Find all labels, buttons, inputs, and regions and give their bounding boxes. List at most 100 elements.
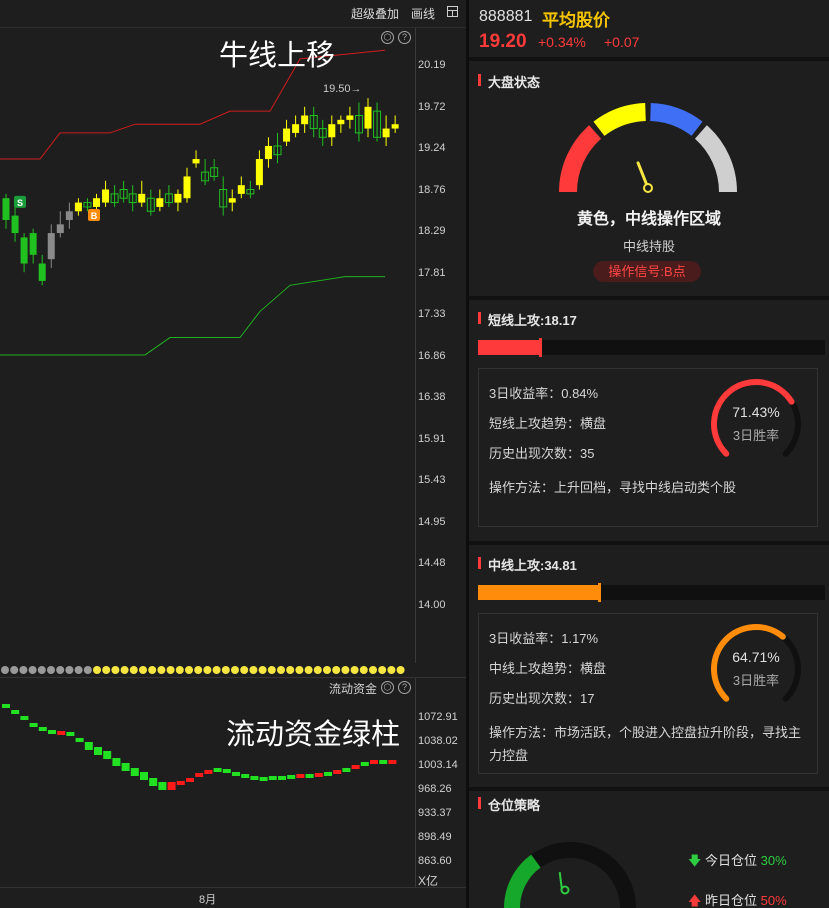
signal-dot [332,666,341,674]
fund-flow-bar [370,760,378,764]
main-chart-title: 牛线上移 [219,40,336,72]
mid-method-text: 操作方法：市场活跃，个股进入控盘拉升阶段，寻找主力控盘 [489,725,802,763]
fund-flow-bar [84,742,93,750]
price-tick-label: 14.95 [418,515,446,528]
settings-hex-icon[interactable]: ⬡ [381,31,394,44]
signal-dot [313,666,322,674]
candle-body [301,115,309,125]
fund-flow-bar [204,770,213,774]
price-tick-label: 15.43 [418,474,446,486]
signal-dot [249,666,258,674]
mid-count-row: 历史出现次数：17 [489,688,594,707]
stock-abs-change: +0.07 [604,34,640,50]
mid-attack-bar-fill [478,583,602,602]
signal-dot [148,666,157,674]
help-icon[interactable]: ? [398,31,411,44]
market-status-sub: 中线持股 [622,239,675,254]
signal-dot [65,666,74,674]
short-trend-value: 横盘 [580,416,607,431]
layout-grid-icon[interactable] [447,6,458,17]
candle-body [156,198,164,207]
signal-dot [83,666,92,674]
price-tick-label: 14.00 [418,598,446,611]
fund-flow-bar [314,773,323,777]
fund-flow-bar [149,778,158,786]
fund-flow-bar [2,704,10,708]
signal-dot [102,666,111,674]
gauge-segment [559,125,602,193]
fund-flow-bar [351,765,360,769]
mid-win-rate-value: 64.71% [732,649,780,665]
mid-count-label: 历史出现次数： [489,691,581,706]
operation-signal-badge: 操作信号:B点 [593,261,701,282]
signal-dot [240,666,249,674]
candle-body [138,193,146,203]
signal-dot [277,666,285,674]
signal-dot [203,666,212,674]
signal-dot [10,666,19,674]
lower-channel-line [0,276,385,356]
mid-return-value: 1.17% [561,631,599,646]
short-count-label: 历史出现次数： [489,446,581,461]
candle-body [228,198,236,203]
candle-body [237,185,245,194]
mid-attack-card: 3日收益率：1.17% 中线上攻趋势：横盘 历史出现次数：17 操作方法：市场活… [478,613,818,774]
draw-line-button[interactable]: 画线 [411,5,435,22]
fund-tick-label: 898.49 [418,831,452,843]
signal-dot [350,666,359,674]
fund-flow-bar [296,774,305,778]
fund-flow-bar [250,776,259,780]
short-win-rate-label: 3日胜率 [732,428,780,443]
price-tick-label: 16.86 [418,349,446,362]
gauge-segment [649,103,703,137]
signal-dot [129,666,138,674]
fund-flow-bar [176,781,185,785]
fund-tick-label: 1072.91 [418,711,458,723]
stock-price: 19.20 [479,31,527,52]
short-attack-bar [478,338,825,357]
signal-dot [111,666,120,674]
fund-flow-bar [213,768,222,772]
info-panel: 888881 平均股价 19.20 +0.34% +0.07 大盘状态 黄色，中… [469,0,829,908]
fund-axis-line [415,678,416,888]
fund-flow-bar [388,760,397,764]
fund-flow-bar [287,775,296,779]
today-position-label: 今日仓位 [705,853,758,868]
mid-return-row: 3日收益率：1.17% [489,628,598,647]
today-position-row: 🡇 今日仓位 30% [688,850,787,874]
candle-body [292,124,300,133]
signal-dot [185,666,193,674]
chart-area[interactable]: 超级叠加 画线 S B 19.50→ 20.19 19.72 19.24 18.76 18.… [0,0,466,908]
candle-body [391,124,399,129]
mid-win-rate-label: 3日胜率 [732,673,780,688]
sub-chart-title: 流动资金绿柱 [226,719,401,751]
short-return-row: 3日收益率：0.84% [489,383,598,402]
candle-body [364,106,372,129]
signal-dot-strip [1,666,405,674]
fund-flow-bar [94,747,102,755]
candle-body [74,202,82,212]
mid-trend-label: 中线上攻趋势： [489,661,581,676]
price-tick-label: 15.91 [418,432,446,445]
candlestick-chart[interactable]: S B 19.50→ [0,28,415,663]
fund-tick-label: 1003.14 [418,759,458,771]
signal-dot [378,666,387,674]
mid-win-rate-ring [711,624,801,702]
candle-body [337,119,345,125]
candle-body [11,215,19,234]
short-win-rate-value: 71.43% [732,404,780,420]
signal-dot [258,666,267,674]
price-tick-label: 17.33 [418,308,446,320]
gauge-segment [593,103,647,137]
short-method-text: 操作方法：上升回档，寻找中线启动类个股 [489,480,737,495]
section-divider [469,787,829,791]
yesterday-position-label: 昨日仓位 [705,893,758,908]
fund-flow-bar [195,773,204,777]
super-overlay-button[interactable]: 超级叠加 [351,5,399,22]
candle-body [382,128,390,138]
signal-dot [212,666,221,674]
signal-dot [157,666,166,674]
signal-dot [194,666,203,674]
mid-trend-row: 中线上攻趋势：横盘 [489,658,606,677]
candle-body [102,189,110,203]
